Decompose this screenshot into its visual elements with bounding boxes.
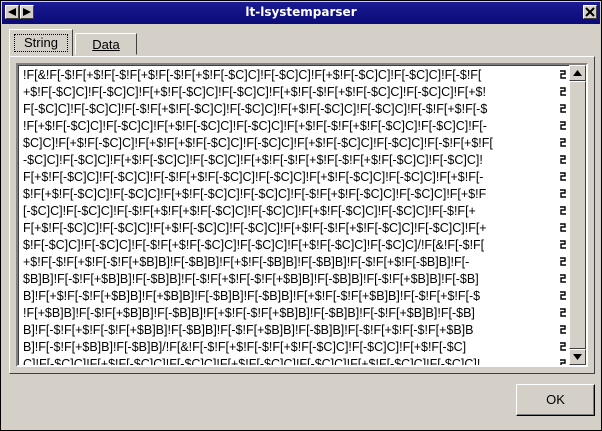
text-line: !F[&!F[-$!F[+$!F[-$!F[+$!F[-$!F[+$!F[-$C… (23, 68, 482, 82)
arrow-up-icon (573, 70, 582, 76)
scroll-down-button[interactable] (569, 349, 586, 365)
text-line: F[+$!F[-$C]C]!F[-$C]C]!F[-$!F[+$!F[-$C]C… (23, 170, 484, 184)
dialog-window: lt-lsystemparser String Data !F[&!F[-$!F… (0, 0, 602, 431)
wrap-marker-icon (560, 359, 566, 365)
text-line: !F[+$!F[-$C]C]!F[-$C]C]!F[+$!F[-$C]C]!F[… (23, 119, 487, 133)
wrap-marker-icon (560, 342, 566, 351)
text-line: $B]B]!F[-$!F[+$B]B]!F[-$B]B]!F[-$!F[+$!F… (23, 272, 479, 286)
text-line: !F[+$B]B]!F[-$!F[+$B]B]!F[-$B]B]!F[+$!F[… (23, 306, 475, 320)
scroll-up-button[interactable] (569, 65, 586, 81)
lsystem-string-textarea[interactable]: !F[&!F[-$!F[+$!F[-$!F[+$!F[-$!F[+$!F[-$C… (16, 63, 588, 367)
text-line: $!F[+$!F[-$C]C]!F[-$C]C]!F[+$!F[-$C]C]!F… (23, 187, 487, 201)
tab-data[interactable]: Data (75, 33, 137, 55)
text-line: +$!F[-$C]C]!F[-$C]C]!F[+$!F[-$C]C]!F[-$C… (23, 85, 486, 99)
scrollbar-thumb[interactable] (569, 81, 586, 349)
wrap-marker-icon (560, 155, 566, 164)
arrow-down-icon (573, 354, 582, 360)
tab-bar: String Data (9, 29, 589, 57)
tab-string[interactable]: String (9, 29, 73, 56)
tab-panel-string: !F[&!F[-$!F[+$!F[-$!F[+$!F[-$!F[+$!F[-$C… (9, 56, 595, 374)
wrap-marker-icon (560, 189, 566, 198)
tab-data-label: Data (92, 37, 120, 52)
wrap-marker-icon (560, 104, 566, 113)
wrap-marker-icon (560, 121, 566, 130)
text-line: C]!F[-$C]C]!F[+$!F[-$C]C]!F[-$C]C]!F[+$!… (23, 357, 481, 365)
wrap-marker-icon (560, 138, 566, 147)
text-line: $!F[-$C]C]!F[-$C]C]!F[-$!F[+$!F[-$C]C]!F… (23, 238, 485, 252)
window-title: lt-lsystemparser (245, 5, 357, 19)
wrap-marker-icon (560, 291, 566, 300)
close-button[interactable] (583, 5, 597, 19)
text-line: F[-$C]C]!F[-$C]C]!F[-$!F[+$!F[-$C]C]!F[-… (23, 102, 488, 116)
ok-button[interactable]: OK (516, 384, 595, 416)
wrap-marker-icon (560, 172, 566, 181)
text-line: +$!F[-$!F[+$!F[-$!F[+$B]B]!F[-$B]B]!F[+$… (23, 255, 470, 269)
vertical-scrollbar[interactable] (569, 65, 586, 365)
wrap-marker-icon (560, 257, 566, 266)
wrap-marker-icon (560, 325, 566, 334)
title-bar[interactable]: lt-lsystemparser (2, 2, 600, 24)
text-line: $C]C]!F[+$!F[-$C]C]!F[+$!F[+$!F[-$C]C]!F… (23, 136, 493, 150)
text-line: -$C]C]!F[-$C]C]!F[+$!F[-$C]C]!F[-$C]C]!F… (23, 153, 483, 167)
tab-string-label: String (14, 34, 68, 52)
text-line: F[+$!F[-$C]C]!F[-$C]C]!F[+$!F[-$C]C]!F[-… (23, 221, 487, 235)
close-icon (585, 7, 595, 17)
text-line: [-$C]C]!F[-$C]C]!F[-$!F[+$!F[+$!F[-$C]C]… (23, 204, 476, 218)
text-content: !F[&!F[-$!F[+$!F[-$!F[+$!F[-$!F[+$!F[-$C… (18, 65, 569, 365)
text-line: B]!F[-$!F[+$!F[-$!F[+$B]B]!F[-$B]B]!F[-$… (23, 323, 474, 337)
wrap-marker-icon (560, 87, 566, 96)
wrap-marker-icon (560, 223, 566, 232)
wrap-marker-icon (560, 206, 566, 215)
text-line: B]!F[+$!F[-$!F[+$B]B]!F[+$B]B]!F[-$B]B]!… (23, 289, 481, 303)
wrap-marker-icon (560, 240, 566, 249)
wrap-marker-icon (560, 70, 566, 79)
text-line: B]!F[-$!F[+$B]B]!F[-$B]B]/!F[&!F[-$!F[+$… (23, 340, 467, 354)
wrap-marker-icon (560, 274, 566, 283)
wrap-marker-icon (560, 308, 566, 317)
